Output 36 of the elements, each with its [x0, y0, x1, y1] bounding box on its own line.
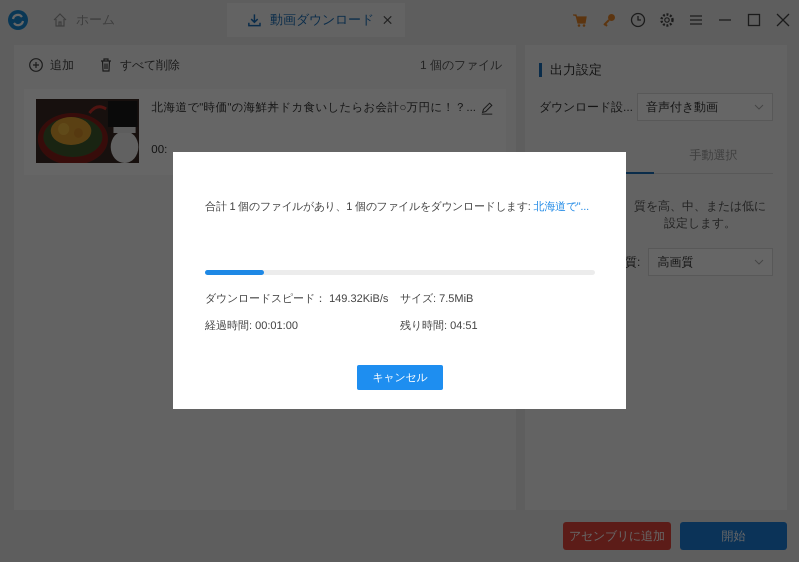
key-icon[interactable] [601, 12, 617, 28]
speed-text: ダウンロードスピード： 149.32KiB/s [205, 292, 390, 306]
delete-all-button[interactable]: すべて削除 [98, 56, 180, 74]
file-title: 北海道で"時価"の海鮮丼ドカ食いしたらお会計○万円に！？... [151, 100, 476, 115]
description-text: 質を高、中、または低に設定します。 [633, 198, 767, 232]
section-heading: 出力設定 [539, 63, 773, 77]
tab[interactable]: 動画ダウンロード [227, 3, 405, 37]
cart-icon[interactable] [572, 12, 588, 28]
home-icon [52, 12, 68, 28]
file-count: 1 個のファイル [420, 56, 502, 74]
download-setting-label: ダウンロード設... [539, 98, 634, 116]
settings-icon[interactable] [659, 12, 675, 28]
remaining-time-text: 残り時間: 04:51 [400, 319, 479, 333]
chevron-icon [754, 102, 764, 112]
file-link[interactable]: 北海道で"... [534, 201, 590, 213]
duration-text: 00: [151, 144, 168, 156]
elapsed-time-text: 経過時間: 00:01:00 [205, 319, 299, 333]
close-icon[interactable] [775, 12, 791, 28]
download-setting-dropdown[interactable]: 音声付き動画 [637, 93, 773, 121]
pencil-icon[interactable] [480, 100, 494, 114]
add-to-assembly-button[interactable]: アセンブリに追加 [563, 522, 671, 550]
trash-icon [98, 57, 114, 73]
cancel-button[interactable]: キャンセル [357, 365, 443, 390]
dialog-message: 合計 1 個のファイルがあり、1 個のファイルをダウンロードします: 北海道で"... [205, 200, 590, 214]
maximize-icon[interactable] [746, 12, 762, 28]
close-icon[interactable] [382, 14, 393, 26]
quality-label: 質: [625, 254, 640, 270]
app-logo [8, 10, 28, 30]
start-button[interactable]: 開始 [680, 522, 787, 550]
chevron-icon [754, 257, 764, 267]
size-text: サイズ: 7.5MiB [400, 292, 474, 306]
add-button[interactable]: 追加 [28, 56, 74, 74]
clock-icon[interactable] [630, 12, 646, 28]
plus-circle-icon [28, 57, 44, 73]
quality-dropdown[interactable]: 高画質 [648, 248, 773, 276]
download-icon [247, 12, 262, 28]
